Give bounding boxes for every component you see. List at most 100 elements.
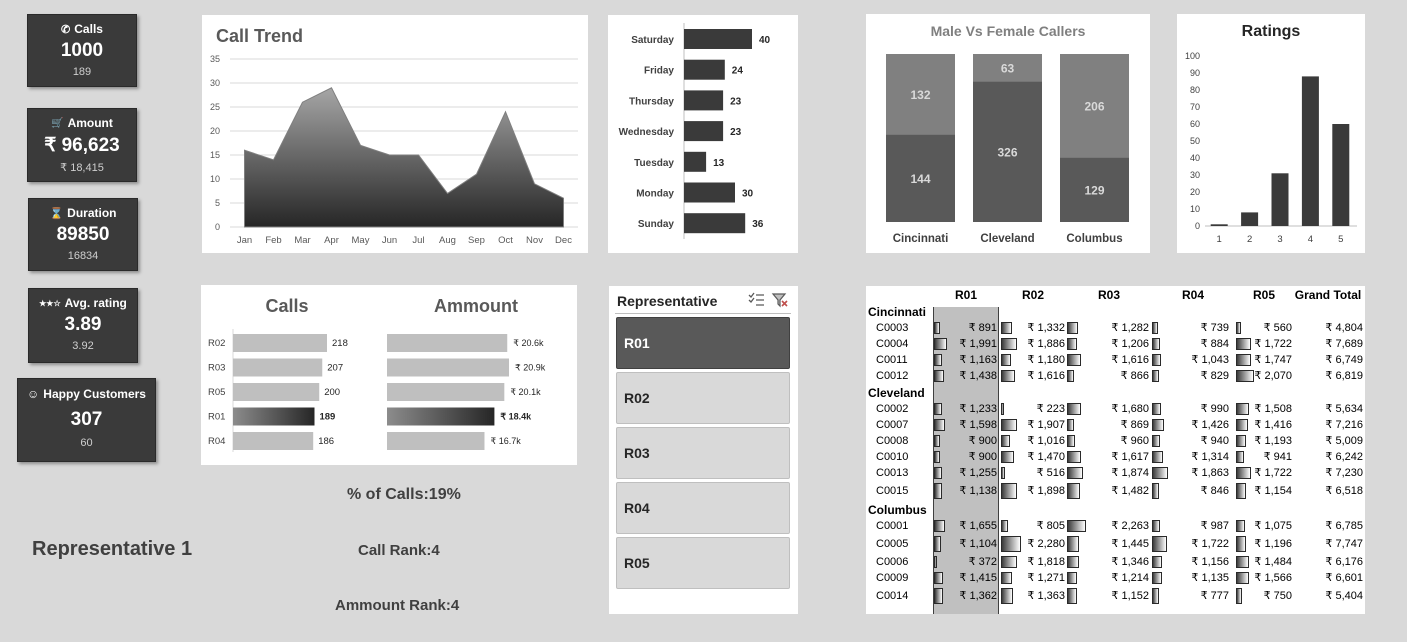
weekday-bar <box>684 121 724 142</box>
pivot-row-label: C0003 <box>876 322 909 334</box>
clear-filter-icon[interactable] <box>771 291 789 309</box>
ratings-xtick-label: 4 <box>1308 234 1313 245</box>
pivot-grand-total-cell: ₹ 6,518 <box>1325 485 1363 497</box>
slicer-item-r05[interactable]: R05 <box>616 537 790 589</box>
gender-value-label: 206 <box>1084 100 1104 114</box>
pivot-data-bar <box>1067 322 1079 334</box>
pivot-data-bar <box>1152 435 1161 447</box>
pivot-cell: ₹ 1,415 <box>959 572 997 584</box>
pivot-cell: ₹ 739 <box>1200 322 1229 334</box>
call-trend-chart: 0 5 10 15 20 25 30 35 Jan Feb Mar Apr May Jun Jul Aug Se… <box>210 54 578 246</box>
rep-calls-category-label: R02 <box>208 338 225 349</box>
weekday-value-label: 30 <box>742 189 754 200</box>
rep-amount-value-label: ₹ 20.1k <box>510 387 541 397</box>
gender-value-label: 132 <box>910 88 930 102</box>
rep-calls-category-label: R03 <box>208 363 225 374</box>
pivot-cell: ₹ 750 <box>1263 590 1292 602</box>
representative-slicer: Representative R01 R02 R03 R04 R05 <box>609 286 798 614</box>
pivot-data-bar <box>1152 338 1160 350</box>
pivot-group-header[interactable]: Columbus <box>868 503 927 517</box>
weekday-bar <box>684 151 707 172</box>
rep-comparison-card: Calls Ammount R02 218 R03 207 R05 200 R01 189 R0… <box>201 285 577 465</box>
hourglass-icon: ⌛ <box>49 207 64 220</box>
pivot-cell: ₹ 1,991 <box>959 338 997 350</box>
pivot-cell: ₹ 1,314 <box>1191 451 1229 463</box>
kpi-calls-value: 1000 <box>60 40 104 61</box>
weekday-label: Tuesday <box>634 158 674 169</box>
pivot-column-header[interactable]: R02 <box>993 288 1073 302</box>
pivot-cell: ₹ 1,196 <box>1254 538 1292 550</box>
slicer-item-r02[interactable]: R02 <box>616 372 790 424</box>
trend-xtick-label: Jul <box>412 235 424 246</box>
pivot-data-bar <box>1067 403 1082 415</box>
ratings-ytick-label: 10 <box>1190 204 1200 214</box>
pivot-cell: ₹ 1,255 <box>959 467 997 479</box>
gender-chart: 144 132 Cincinnati 326 63 Cleveland 129 206 Colu… <box>886 54 1129 245</box>
ratings-bar <box>1332 124 1350 226</box>
pivot-row: C0007 ₹ 1,598 ₹ 1,907 ₹ 869 ₹ 1,426 ₹ 1,416 ₹ … <box>866 417 1364 433</box>
pivot-cell: ₹ 866 <box>1120 370 1149 382</box>
pivot-cell: ₹ 1,271 <box>1027 572 1065 584</box>
pivot-row-label: C0002 <box>876 403 909 415</box>
pivot-cell: ₹ 1,616 <box>1027 370 1065 382</box>
pivot-cell: ₹ 1,138 <box>959 485 997 497</box>
trend-ytick-label: 0 <box>215 222 220 232</box>
multi-select-icon[interactable] <box>747 291 765 309</box>
pivot-data-bar <box>1067 467 1084 479</box>
trend-ytick-label: 10 <box>210 174 220 184</box>
ratings-bar <box>1210 224 1228 226</box>
pivot-row-label: C0011 <box>876 354 908 366</box>
pivot-row: C0011 ₹ 1,163 ₹ 1,180 ₹ 1,616 ₹ 1,043 ₹ 1,747… <box>866 352 1364 368</box>
weekday-label: Sunday <box>638 219 675 230</box>
ratings-ytick-label: 50 <box>1190 136 1200 146</box>
pivot-grand-total-cell: ₹ 7,689 <box>1325 338 1363 350</box>
slicer-item-r01[interactable]: R01 <box>616 317 790 369</box>
trend-xtick-label: Sep <box>468 235 485 246</box>
pivot-row: C0001 ₹ 1,655 ₹ 805 ₹ 2,263 ₹ 987 ₹ 1,075 ₹ 6,… <box>866 518 1364 534</box>
ratings-ytick-label: 90 <box>1190 68 1200 78</box>
pivot-cell: ₹ 1,655 <box>959 520 997 532</box>
gender-card: Male Vs Female Callers 144 132 Cincinnati 3… <box>866 14 1150 253</box>
pivot-cell: ₹ 846 <box>1200 485 1229 497</box>
pivot-cell: ₹ 987 <box>1200 520 1229 532</box>
pivot-group-header[interactable]: Cincinnati <box>868 305 926 319</box>
pivot-column-header[interactable]: R04 <box>1153 288 1233 302</box>
pivot-cell: ₹ 829 <box>1200 370 1229 382</box>
pivot-cell: ₹ 1,617 <box>1111 451 1149 463</box>
ratings-xtick-label: 3 <box>1277 234 1282 245</box>
kpi-amount-card: 🛒 Amount ₹ 96,623 ₹ 18,415 <box>27 108 137 182</box>
pivot-cell: ₹ 940 <box>1200 435 1229 447</box>
trend-ytick-label: 30 <box>210 78 220 88</box>
rep-amount-bar <box>387 358 509 377</box>
pivot-column-header[interactable]: Grand Total <box>1288 288 1368 302</box>
gender-value-label: 129 <box>1084 184 1104 198</box>
ratings-bar <box>1271 173 1289 226</box>
pivot-grand-total-cell: ₹ 6,749 <box>1325 354 1363 366</box>
slicer-item-r03[interactable]: R03 <box>616 427 790 479</box>
pivot-grand-total-cell: ₹ 6,601 <box>1325 572 1363 584</box>
trend-xtick-label: Jan <box>237 235 252 246</box>
ratings-xtick-label: 1 <box>1217 234 1222 245</box>
pivot-cell: ₹ 805 <box>1036 520 1065 532</box>
pivot-cell: ₹ 900 <box>968 451 997 463</box>
pivot-cell: ₹ 1,426 <box>1191 419 1229 431</box>
gender-value-label: 63 <box>1001 62 1015 76</box>
pivot-column-header[interactable]: R03 <box>1069 288 1149 302</box>
gender-category-label: Columbus <box>1066 233 1122 245</box>
trend-xtick-label: Mar <box>294 235 310 246</box>
pivot-row-label: C0005 <box>876 538 909 550</box>
slicer-item-r04[interactable]: R04 <box>616 482 790 534</box>
pivot-cell: ₹ 1,016 <box>1027 435 1065 447</box>
pivot-group-header[interactable]: Cleveland <box>868 386 925 400</box>
pivot-data-bar <box>1067 354 1081 366</box>
pivot-cell: ₹ 1,818 <box>1027 556 1065 568</box>
pivot-cell: ₹ 1,163 <box>959 354 997 366</box>
pivot-data-bar <box>1067 435 1076 447</box>
pivot-table: R01 R02 R03 R04 R05 Grand Total Cincinnati C000… <box>866 286 1365 614</box>
pivot-row-label: C0013 <box>876 467 909 479</box>
pivot-row: C0003 ₹ 891 ₹ 1,332 ₹ 1,282 ₹ 739 ₹ 560 ₹ 4,80… <box>866 320 1364 336</box>
trend-xtick-label: May <box>352 235 370 246</box>
pivot-cell: ₹ 869 <box>1120 419 1149 431</box>
pivot-data-bar <box>1067 536 1080 552</box>
rep-calls-value-label: 200 <box>324 387 340 398</box>
